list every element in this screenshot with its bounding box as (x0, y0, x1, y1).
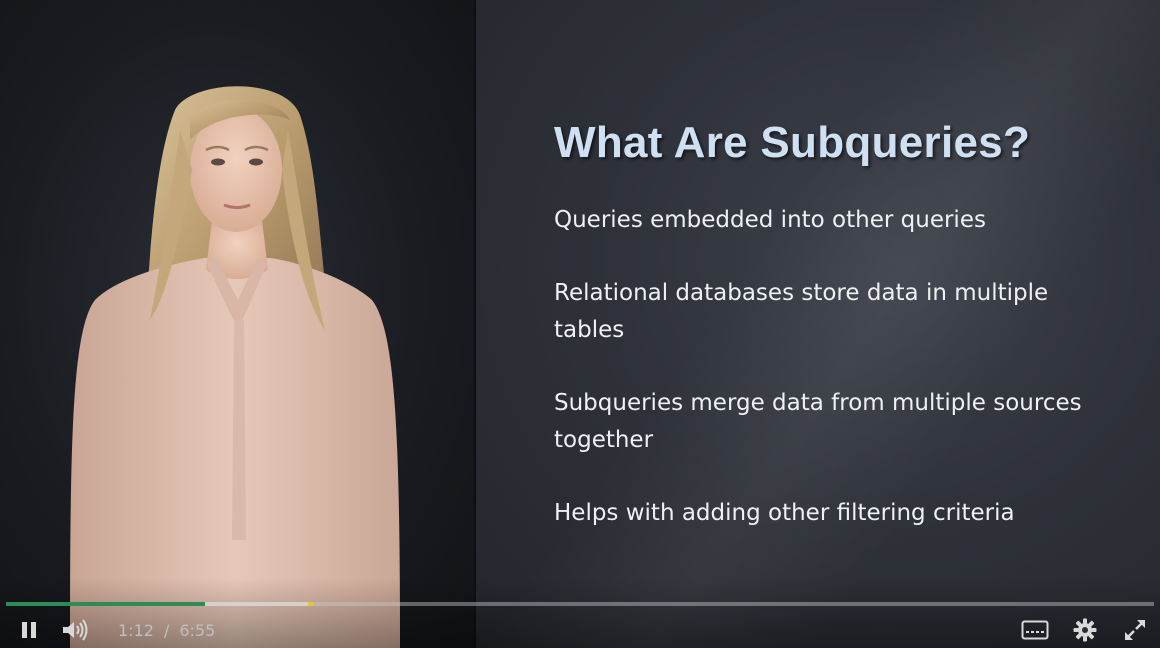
time-separator: / (163, 620, 170, 640)
bullet-item: Relational databases store data in multi… (554, 280, 1049, 343)
bullet-item: Queries embedded into other queries (554, 207, 986, 233)
slide: What Are Subqueries? Queries embedded in… (476, 0, 1160, 648)
slide-bullets: Queries embedded into other queries Rela… (554, 202, 1114, 568)
volume-button[interactable] (58, 612, 92, 648)
volume-icon (63, 619, 88, 641)
duration: 6:55 (179, 620, 216, 640)
progress-marker (307, 602, 313, 606)
progress-bar[interactable] (6, 602, 1154, 606)
settings-button[interactable] (1068, 612, 1102, 648)
progress-played (6, 602, 205, 606)
presenter-video (70, 86, 400, 648)
fullscreen-button[interactable] (1118, 612, 1152, 648)
bullet-item: Subqueries merge data from multiple sour… (554, 390, 1082, 453)
time-display: 1:12 / 6:55 (118, 612, 215, 648)
pause-icon (22, 622, 36, 638)
fullscreen-icon (1125, 620, 1145, 640)
pause-button[interactable] (14, 612, 44, 648)
bullet-item: Helps with adding other filtering criter… (554, 500, 1015, 526)
video-player[interactable]: What Are Subqueries? Queries embedded in… (0, 0, 1160, 648)
control-bar: 1:12 / 6:55 (0, 612, 1160, 648)
gear-icon (1073, 618, 1097, 642)
current-time: 1:12 (118, 620, 154, 640)
slide-title: What Are Subqueries? (554, 118, 1031, 167)
captions-button[interactable] (1018, 612, 1052, 648)
captions-icon (1021, 620, 1049, 640)
